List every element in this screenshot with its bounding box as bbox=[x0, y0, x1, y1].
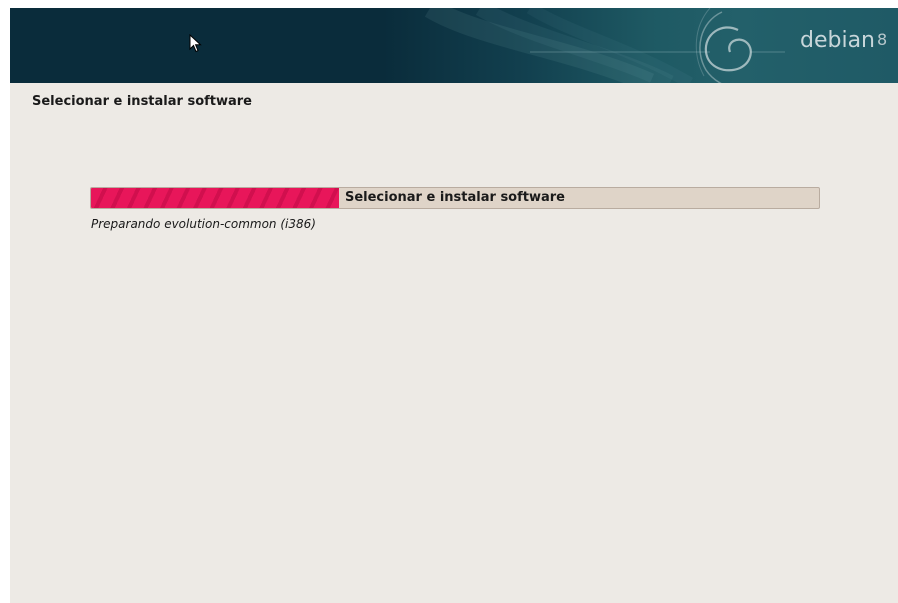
debian-logo-text: debian bbox=[800, 28, 876, 53]
debian-logo-version: 8 bbox=[877, 30, 888, 49]
page-title: Selecionar e instalar software bbox=[32, 94, 253, 109]
banner-decoration bbox=[424, 8, 785, 83]
progress-bar-label: Selecionar e instalar software bbox=[344, 190, 565, 205]
installer-screen: debian 8 Selecionar e instalar software S… bbox=[10, 8, 898, 603]
mouse-pointer-icon bbox=[189, 34, 202, 53]
debian-banner: debian 8 bbox=[10, 8, 898, 83]
progress-status-text: Preparando evolution-common (i386) bbox=[91, 217, 316, 231]
debian-swirl-icon bbox=[695, 8, 752, 83]
debian-logo: debian 8 bbox=[800, 28, 887, 53]
install-progress-bar: Selecionar e instalar software bbox=[90, 187, 820, 209]
